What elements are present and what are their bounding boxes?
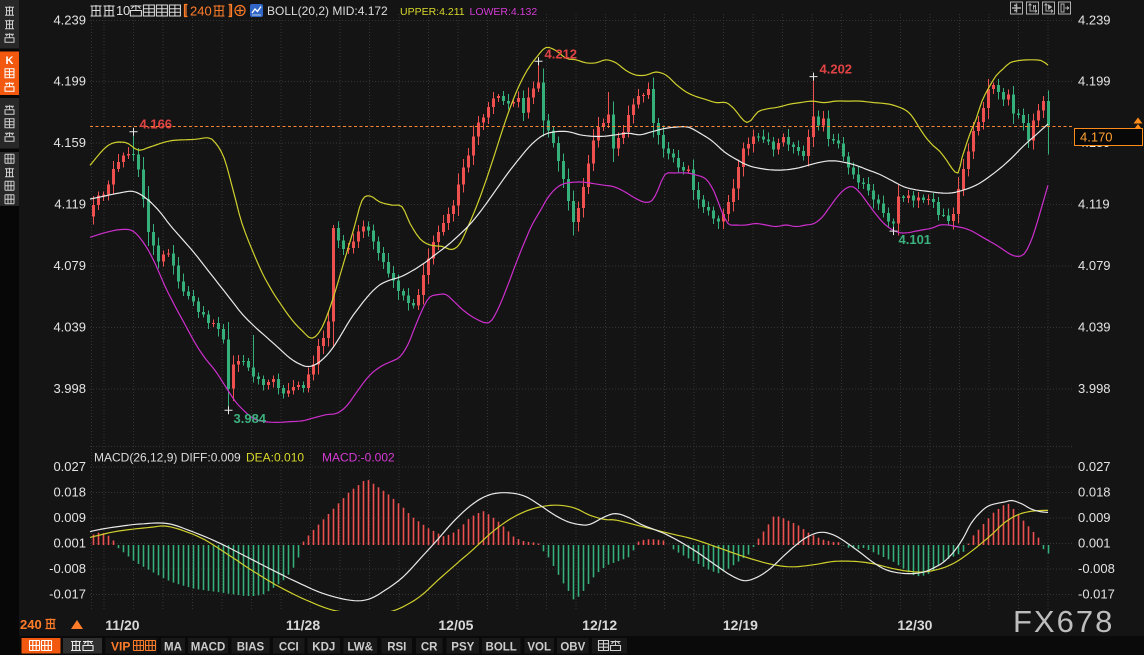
svg-text:0.027: 0.027 <box>53 459 86 474</box>
svg-text:0.027: 0.027 <box>1078 459 1111 474</box>
svg-text:4.199: 4.199 <box>1078 74 1111 89</box>
svg-text:4.199: 4.199 <box>53 74 86 89</box>
svg-text:KDJ: KDJ <box>312 642 335 654</box>
svg-text:-0.017: -0.017 <box>49 587 86 602</box>
svg-text:4.239: 4.239 <box>1078 13 1111 28</box>
svg-text:240: 240 <box>20 617 42 632</box>
svg-text:MA: MA <box>164 642 182 654</box>
svg-text:0.009: 0.009 <box>1078 510 1111 525</box>
svg-text:12/05: 12/05 <box>438 617 473 633</box>
svg-text:0.009: 0.009 <box>53 510 86 525</box>
svg-text:K: K <box>6 55 14 67</box>
svg-text:0.001: 0.001 <box>1078 536 1111 551</box>
svg-text:4.119: 4.119 <box>54 197 86 212</box>
svg-text:4.039: 4.039 <box>1078 320 1111 335</box>
svg-text:4.239: 4.239 <box>53 13 86 28</box>
svg-text:BOLL: BOLL <box>486 642 517 654</box>
svg-text:4.039: 4.039 <box>53 320 86 335</box>
svg-text:4.159: 4.159 <box>53 135 86 150</box>
svg-text:0: 0 <box>123 3 130 18</box>
svg-text:OBV: OBV <box>560 642 585 654</box>
svg-text:240: 240 <box>190 4 212 19</box>
svg-text:3.998: 3.998 <box>1078 381 1111 396</box>
svg-text:DEA:0.010: DEA:0.010 <box>246 451 304 465</box>
svg-text:4.170: 4.170 <box>1080 130 1113 145</box>
svg-text:CCI: CCI <box>279 642 299 654</box>
svg-text:MACD(26,12,9) DIFF:0.009: MACD(26,12,9) DIFF:0.009 <box>94 451 241 465</box>
svg-text:0.018: 0.018 <box>53 485 86 500</box>
svg-text:RSI: RSI <box>387 642 406 654</box>
svg-text:UPPER:4.211: UPPER:4.211 <box>400 6 465 18</box>
svg-text:VIP: VIP <box>111 640 130 654</box>
svg-text:0.001: 0.001 <box>53 536 86 551</box>
svg-text:LW&: LW& <box>347 642 373 654</box>
svg-text:4.212: 4.212 <box>545 46 578 61</box>
svg-text:-0.008: -0.008 <box>1078 561 1115 576</box>
svg-text:4.079: 4.079 <box>53 258 86 273</box>
svg-text:4.119: 4.119 <box>1078 197 1110 212</box>
svg-text:BIAS: BIAS <box>237 642 265 654</box>
svg-text:CR: CR <box>421 642 438 654</box>
svg-text:11/28: 11/28 <box>286 617 320 633</box>
svg-text:3.998: 3.998 <box>53 381 86 396</box>
svg-text:BOLL(20,2) MID:4.172: BOLL(20,2) MID:4.172 <box>267 4 388 18</box>
svg-text:12/12: 12/12 <box>582 617 617 633</box>
svg-text:MACD:-0.002: MACD:-0.002 <box>322 451 395 465</box>
svg-text:MACD: MACD <box>191 642 226 654</box>
svg-text:PSY: PSY <box>451 642 474 654</box>
svg-text:4.101: 4.101 <box>899 232 932 247</box>
svg-text:4.166: 4.166 <box>140 117 173 132</box>
svg-text:4.079: 4.079 <box>1078 258 1111 273</box>
svg-text:3.984: 3.984 <box>234 411 267 426</box>
svg-text:0.018: 0.018 <box>1078 485 1111 500</box>
svg-text:-0.008: -0.008 <box>49 561 86 576</box>
svg-text:VOL: VOL <box>527 642 551 654</box>
svg-text:12/30: 12/30 <box>897 617 932 633</box>
svg-text:4.202: 4.202 <box>820 62 853 77</box>
svg-text:LOWER:4.132: LOWER:4.132 <box>470 6 538 18</box>
svg-text:FX678: FX678 <box>1013 604 1114 639</box>
svg-text:12/19: 12/19 <box>723 617 758 633</box>
svg-text:-0.017: -0.017 <box>1078 587 1115 602</box>
svg-text:11/20: 11/20 <box>105 617 139 633</box>
